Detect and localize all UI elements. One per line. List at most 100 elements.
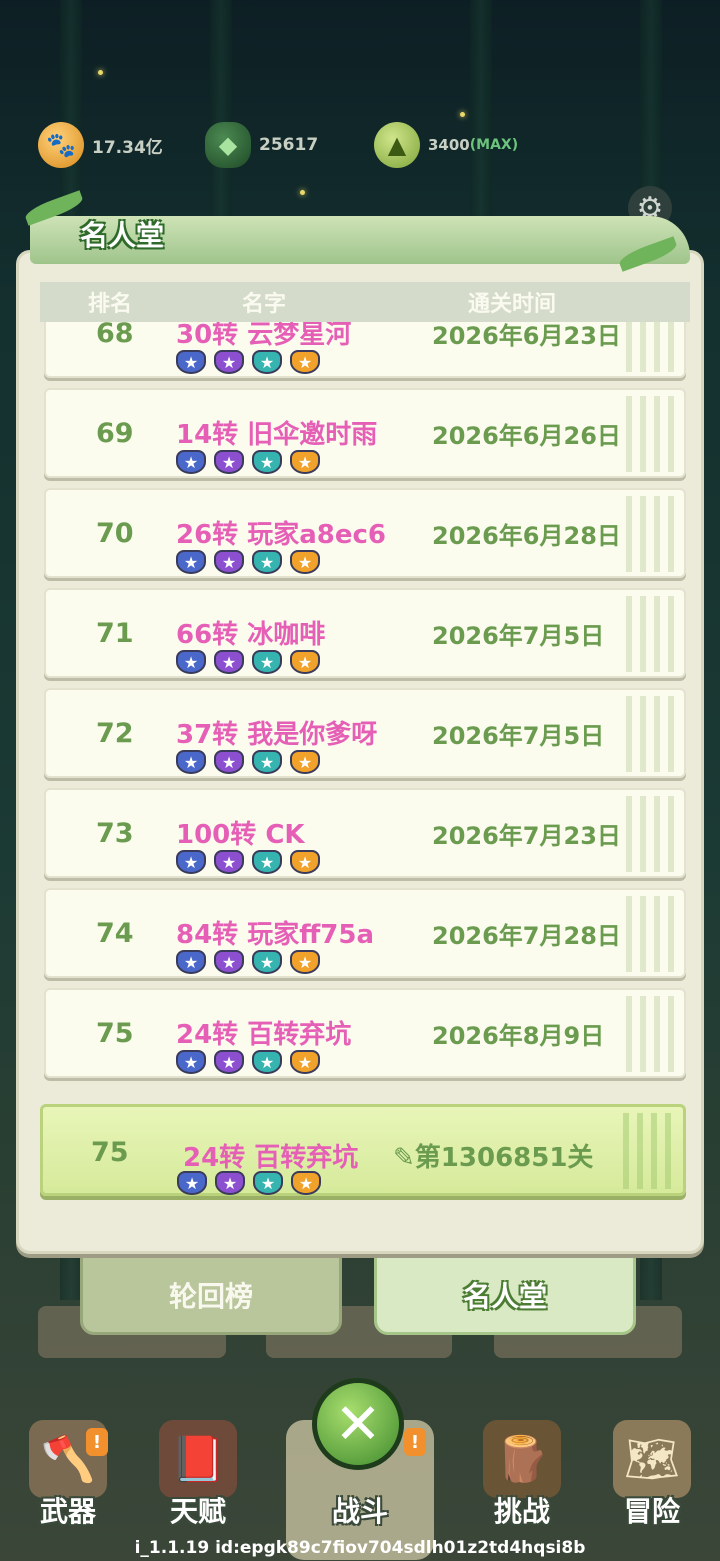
bamboo-shoot-icon: ▲ xyxy=(374,122,420,168)
sprout-max-label: (MAX) xyxy=(469,137,519,153)
row-rank: 74 xyxy=(96,918,134,949)
gold-badge-icon: ★ xyxy=(290,950,320,974)
cyan-badge-icon: ★ xyxy=(252,450,282,474)
row-name: 24转 百转弃坑 xyxy=(176,1020,352,1050)
wooden-dummy-icon: 🪵 xyxy=(483,1420,561,1498)
badge-group: ★ ★ ★ ★ xyxy=(176,650,320,674)
row-name: 66转 冰咖啡 xyxy=(176,620,326,650)
sprout-counter: ▲ 3400 (MAX) xyxy=(374,120,518,170)
ranking-list[interactable]: 68 30转 云梦星河 2026年6月23日 ★ ★ ★ ★ 69 14转 旧伞… xyxy=(40,322,690,1082)
row-name: 14转 旧伞邀时雨 xyxy=(176,420,378,450)
alert-badge: ! xyxy=(86,1428,108,1456)
purple-badge-icon: ★ xyxy=(215,1171,245,1195)
my-rank-row: 75 24转 百转弃坑 ✎第1306851关 ★ ★ ★ ★ xyxy=(40,1104,686,1196)
gold-badge-icon: ★ xyxy=(290,1050,320,1074)
gold-badge-icon: ★ xyxy=(290,850,320,874)
gold-badge-icon: ★ xyxy=(290,550,320,574)
row-rank: 72 xyxy=(96,718,134,749)
bamboo-decoration xyxy=(626,996,676,1072)
firefly xyxy=(300,190,305,195)
blue-badge-icon: ★ xyxy=(176,850,206,874)
green-egg-icon: ◆ xyxy=(205,122,251,168)
purple-badge-icon: ★ xyxy=(214,850,244,874)
nav-talent-label: 天赋 xyxy=(169,1495,226,1528)
purple-badge-icon: ★ xyxy=(214,350,244,374)
coin-counter: 🐾 17.34亿 xyxy=(38,120,163,170)
my-progress: ✎第1306851关 xyxy=(393,1137,593,1174)
row-rank: 70 xyxy=(96,518,134,549)
cyan-badge-icon: ★ xyxy=(253,1171,283,1195)
bamboo-decoration xyxy=(623,1113,673,1189)
nav-adventure-label: 冒险 xyxy=(623,1495,680,1528)
row-rank: 75 xyxy=(96,1018,134,1049)
nav-challenge-label: 挑战 xyxy=(493,1495,550,1528)
row-date: 2026年7月5日 xyxy=(432,722,605,750)
bamboo-decoration xyxy=(626,796,676,872)
edit-icon[interactable]: ✎ xyxy=(393,1143,415,1173)
badge-group: ★ ★ ★ ★ xyxy=(176,950,320,974)
blue-badge-icon: ★ xyxy=(176,650,206,674)
row-date: 2026年8月9日 xyxy=(432,1022,605,1050)
badge-group: ★ ★ ★ ★ xyxy=(176,850,320,874)
table-row: 75 24转 百转弃坑 2026年8月9日 ★ ★ ★ ★ xyxy=(44,988,686,1078)
paw-coin-icon: 🐾 xyxy=(38,122,84,168)
row-rank: 68 xyxy=(96,322,134,349)
blue-badge-icon: ★ xyxy=(177,1171,207,1195)
nav-challenge[interactable]: 🪵 挑战 xyxy=(462,1420,582,1540)
purple-badge-icon: ★ xyxy=(214,750,244,774)
row-name: 100转 CK xyxy=(176,820,305,850)
gold-badge-icon: ★ xyxy=(290,650,320,674)
close-icon[interactable]: ✕ xyxy=(312,1378,404,1470)
my-name: 24转 百转弃坑 xyxy=(183,1143,359,1173)
row-date: 2026年7月28日 xyxy=(432,922,621,950)
bamboo-decoration xyxy=(626,322,676,372)
gold-badge-icon: ★ xyxy=(290,350,320,374)
blue-badge-icon: ★ xyxy=(176,550,206,574)
table-row: 69 14转 旧伞邀时雨 2026年6月26日 ★ ★ ★ ★ xyxy=(44,388,686,478)
alert-badge: ! xyxy=(404,1428,426,1456)
nav-adventure[interactable]: 🗺 冒险 xyxy=(592,1420,712,1540)
coin-value: 17.34亿 xyxy=(92,137,163,158)
table-row: 71 66转 冰咖啡 2026年7月5日 ★ ★ ★ ★ xyxy=(44,588,686,678)
gold-badge-icon: ★ xyxy=(290,450,320,474)
tab-hall-of-fame[interactable]: 名人堂 xyxy=(374,1255,636,1335)
row-name: 37转 我是你爹呀 xyxy=(176,720,378,750)
blue-badge-icon: ★ xyxy=(176,950,206,974)
row-rank: 71 xyxy=(96,618,134,649)
nav-battle-label: 战斗 xyxy=(331,1495,388,1528)
row-date: 2026年6月26日 xyxy=(432,422,621,450)
firefly xyxy=(460,112,465,117)
table-row: 70 26转 玩家a8ec6 2026年6月28日 ★ ★ ★ ★ xyxy=(44,488,686,578)
gold-badge-icon: ★ xyxy=(291,1171,321,1195)
row-rank: 69 xyxy=(96,418,134,449)
table-row: 72 37转 我是你爹呀 2026年7月5日 ★ ★ ★ ★ xyxy=(44,688,686,778)
gem-counter: ◆ 25617 xyxy=(205,120,318,170)
row-date: 2026年6月23日 xyxy=(432,322,621,350)
nav-weapon-label: 武器 xyxy=(39,1495,96,1528)
row-date: 2026年7月23日 xyxy=(432,822,621,850)
row-date: 2026年7月5日 xyxy=(432,622,605,650)
bamboo-decoration xyxy=(626,396,676,472)
purple-badge-icon: ★ xyxy=(214,950,244,974)
firefly xyxy=(98,70,103,75)
badge-group: ★ ★ ★ ★ xyxy=(176,450,320,474)
badge-group: ★ ★ ★ ★ xyxy=(176,1050,320,1074)
badge-group: ★ ★ ★ ★ xyxy=(177,1171,321,1195)
blue-badge-icon: ★ xyxy=(176,450,206,474)
purple-badge-icon: ★ xyxy=(214,450,244,474)
row-name: 30转 云梦星河 xyxy=(176,322,352,350)
my-rank: 75 xyxy=(91,1137,129,1168)
nav-weapon[interactable]: 🪓 ! 武器 xyxy=(8,1420,128,1540)
purple-badge-icon: ★ xyxy=(214,550,244,574)
row-name: 84转 玩家ff75a xyxy=(176,920,375,950)
badge-group: ★ ★ ★ ★ xyxy=(176,550,320,574)
bamboo-decoration xyxy=(626,496,676,572)
badge-group: ★ ★ ★ ★ xyxy=(176,350,320,374)
table-header: 排名 名字 通关时间 xyxy=(40,282,690,322)
tab-rebirth-ranking[interactable]: 轮回榜 xyxy=(80,1255,342,1335)
nav-talent[interactable]: 📕 天赋 xyxy=(138,1420,258,1540)
row-rank: 73 xyxy=(96,818,134,849)
cyan-badge-icon: ★ xyxy=(252,350,282,374)
blue-badge-icon: ★ xyxy=(176,350,206,374)
cyan-badge-icon: ★ xyxy=(252,850,282,874)
